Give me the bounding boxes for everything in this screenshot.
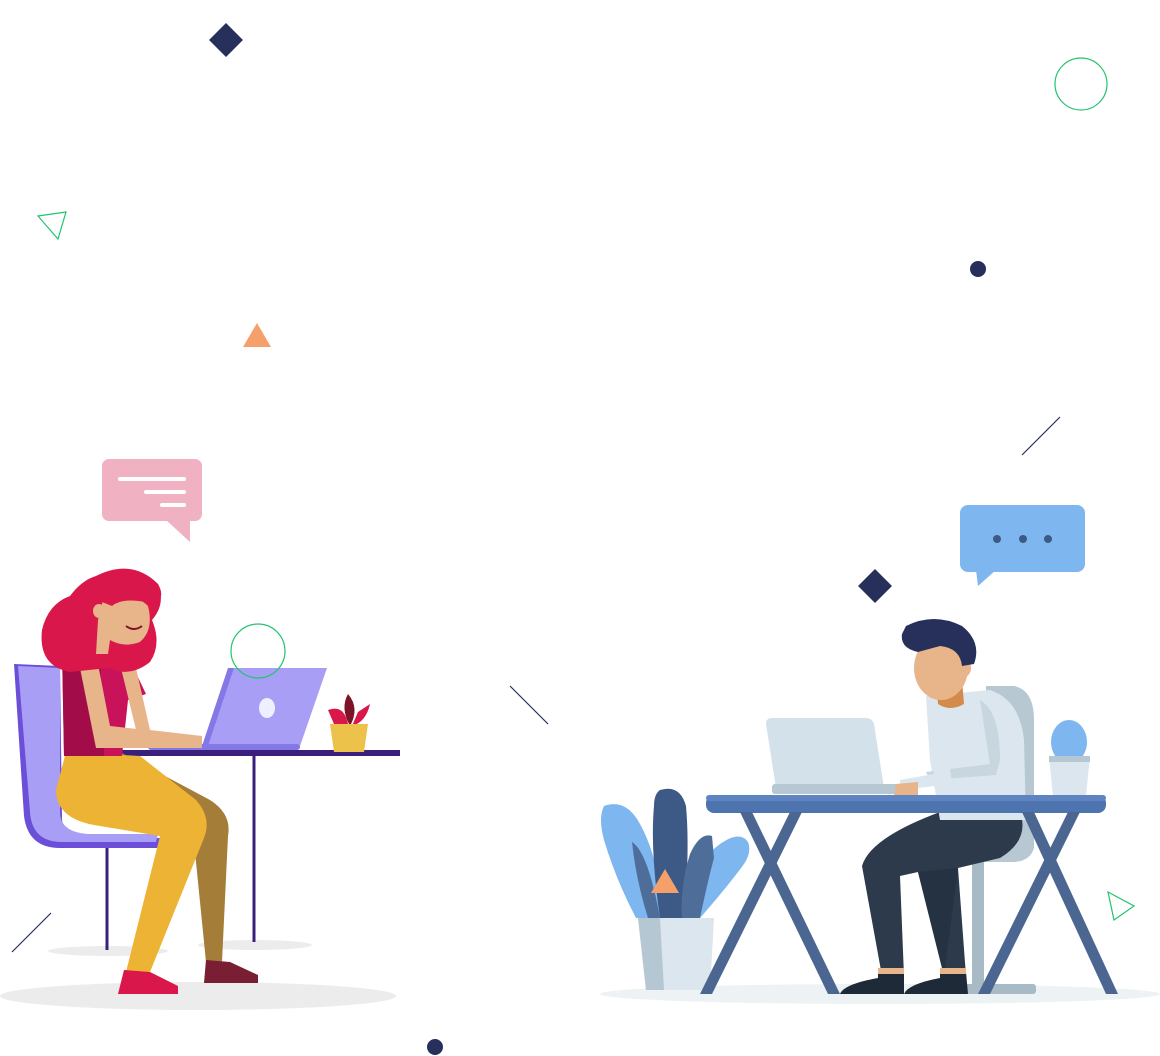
triangle-outline-icon [36,211,67,241]
dot-icon [427,1039,443,1055]
plant [328,694,370,752]
desk [700,795,1118,994]
circle-outline-icon [1054,57,1108,111]
diamond-icon [858,569,892,603]
line-icon [509,685,549,725]
diamond-icon [209,23,243,57]
woman-figure [41,568,258,994]
typing-bubble-icon [960,505,1085,586]
scene-svg [0,23,1160,1055]
floor-shadow [0,982,396,1010]
triangle-outline-icon [1107,890,1136,922]
dot-icon [970,261,986,277]
laptop [766,718,904,794]
line-icon [11,912,52,953]
line-icon [1021,416,1061,456]
cactus-plant [1049,720,1090,796]
chat-bubble-icon [102,459,202,542]
triangle-filled-icon [243,323,271,347]
illustration-scene [0,0,1160,1056]
